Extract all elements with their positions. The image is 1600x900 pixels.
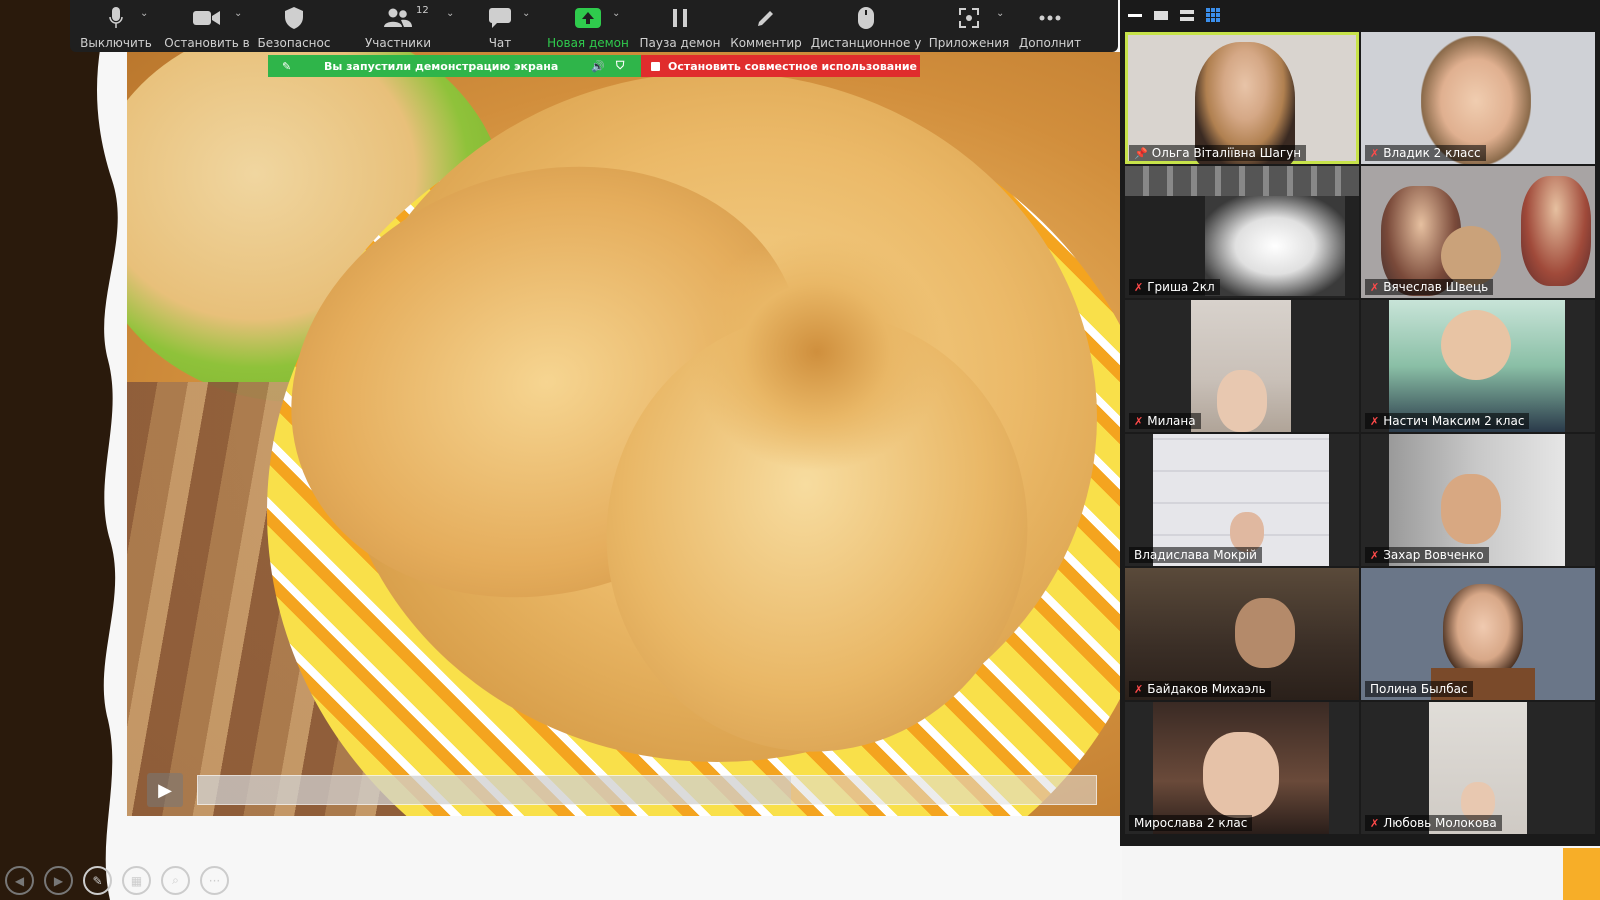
- more-dots-icon: [1039, 6, 1061, 30]
- participant-tile[interactable]: Владислава Мокрій: [1125, 434, 1359, 566]
- mic-off-icon: ✗: [1370, 280, 1380, 294]
- pin-icon: 📌: [1134, 146, 1148, 160]
- pin-icon[interactable]: ✎: [282, 60, 291, 73]
- remote-control-button[interactable]: Дистанционное у: [808, 0, 924, 50]
- mute-button[interactable]: ⌄ Выключить: [70, 0, 162, 50]
- participant-tile[interactable]: ✗ Владик 2 класс: [1361, 32, 1595, 164]
- share-screen-icon: [575, 6, 601, 30]
- apps-button[interactable]: ⌄ Приложения: [924, 0, 1014, 50]
- shield-icon: [284, 6, 304, 30]
- play-icon: ▶: [158, 779, 172, 801]
- mouse-icon: [858, 6, 874, 30]
- participant-tile[interactable]: ✗ Любовь Молокова: [1361, 702, 1595, 834]
- annotate-button[interactable]: Комментир: [724, 0, 808, 50]
- mic-off-icon: ✗: [1370, 816, 1380, 830]
- meeting-toolbar: ⌄ Выключить ⌄ Остановить в Безопаснос 12…: [70, 0, 1118, 52]
- decorative-corner: [1563, 848, 1600, 900]
- sharing-status-banner[interactable]: ✎ Вы запустили демонстрацию экрана 🔊 ⛉: [268, 55, 643, 77]
- previous-slide-button[interactable]: ◀: [5, 866, 34, 895]
- chevron-down-icon[interactable]: ⌄: [140, 8, 148, 19]
- participant-tile[interactable]: ✗ Милана: [1125, 300, 1359, 432]
- participant-tile[interactable]: ✗ Байдаков Михаэль: [1125, 568, 1359, 700]
- microphone-icon: [109, 6, 123, 30]
- magnifier-icon: ⌕: [172, 873, 179, 887]
- pause-icon: [672, 6, 688, 30]
- chevron-down-icon[interactable]: ⌄: [446, 8, 454, 19]
- see-all-slides-button[interactable]: ▦: [122, 866, 151, 895]
- chat-bubble-icon: [489, 6, 511, 30]
- gallery-grid-icon[interactable]: [1206, 8, 1220, 22]
- participant-tile[interactable]: ✗ Настич Максим 2 клас: [1361, 300, 1595, 432]
- mic-off-icon: ✗: [1134, 414, 1144, 428]
- speaker-view-icon[interactable]: [1154, 10, 1168, 20]
- mic-off-icon: ✗: [1134, 682, 1144, 696]
- slides-grid-icon: ▦: [130, 873, 143, 888]
- participant-tile[interactable]: 📌 Ольга Віталіївна Шагун: [1125, 32, 1359, 164]
- video-controls: ▶: [147, 772, 1117, 808]
- next-slide-button[interactable]: ▶: [44, 866, 73, 895]
- mic-off-icon: ✗: [1370, 146, 1380, 160]
- stop-icon: [651, 61, 660, 71]
- participant-tile[interactable]: ✗ Гриша 2кл: [1125, 166, 1359, 298]
- security-button[interactable]: Безопаснос: [252, 0, 336, 50]
- play-button[interactable]: ▶: [147, 773, 183, 807]
- zoom-button[interactable]: ⌕: [161, 866, 190, 895]
- arrow-left-icon: ◀: [14, 873, 25, 888]
- chevron-down-icon[interactable]: ⌄: [522, 8, 530, 19]
- apps-icon: [958, 6, 980, 30]
- speaker-icon[interactable]: 🔊: [591, 60, 605, 73]
- mic-off-icon: ✗: [1370, 414, 1380, 428]
- pen-icon: ✎: [92, 873, 103, 888]
- mic-off-icon: ✗: [1134, 280, 1144, 294]
- new-share-button[interactable]: ⌄ Новая демон: [540, 0, 636, 50]
- more-button[interactable]: Дополнит: [1014, 0, 1086, 50]
- chat-button[interactable]: ⌄ Чат: [460, 0, 540, 50]
- arrow-right-icon: ▶: [53, 873, 64, 888]
- seek-bar[interactable]: [197, 775, 1097, 805]
- participant-tile[interactable]: ✗ Вячеслав Швець: [1361, 166, 1595, 298]
- slideshow-controls: ◀ ▶ ✎ ▦ ⌕ ···: [5, 866, 229, 895]
- participants-button[interactable]: 12 ⌄ Участники: [336, 0, 460, 50]
- participant-tile[interactable]: ✗ Захар Вовченко: [1361, 434, 1595, 566]
- chevron-down-icon[interactable]: ⌄: [612, 8, 620, 19]
- pancake-photo: [127, 52, 1120, 816]
- video-button[interactable]: ⌄ Остановить в: [162, 0, 252, 50]
- chevron-down-icon[interactable]: ⌄: [996, 8, 1004, 19]
- stop-share-button[interactable]: Остановить совместное использование: [641, 55, 920, 77]
- pencil-icon: [756, 6, 776, 30]
- gallery-view-controls: [1120, 0, 1600, 30]
- video-camera-icon: [193, 6, 221, 30]
- pen-tool-button[interactable]: ✎: [83, 866, 112, 895]
- mic-off-icon: ✗: [1370, 548, 1380, 562]
- slide-decor-wave: [0, 0, 118, 900]
- minimize-icon[interactable]: [1128, 13, 1142, 17]
- shield-check-icon: ⛉: [616, 59, 625, 72]
- participants-gallery: 📌 Ольга Віталіївна Шагун ✗ Владик 2 класс …: [1120, 0, 1600, 846]
- seek-progress: [198, 776, 791, 804]
- more-options-button[interactable]: ···: [200, 866, 229, 895]
- pause-share-button[interactable]: Пауза демон: [636, 0, 724, 50]
- chevron-down-icon[interactable]: ⌄: [234, 8, 242, 19]
- participant-tile[interactable]: Мирослава 2 клас: [1125, 702, 1359, 834]
- more-dots-icon: ···: [208, 873, 221, 888]
- participant-tile[interactable]: Полина Былбас: [1361, 568, 1595, 700]
- participants-icon: [384, 6, 412, 30]
- strip-view-icon[interactable]: [1180, 9, 1194, 21]
